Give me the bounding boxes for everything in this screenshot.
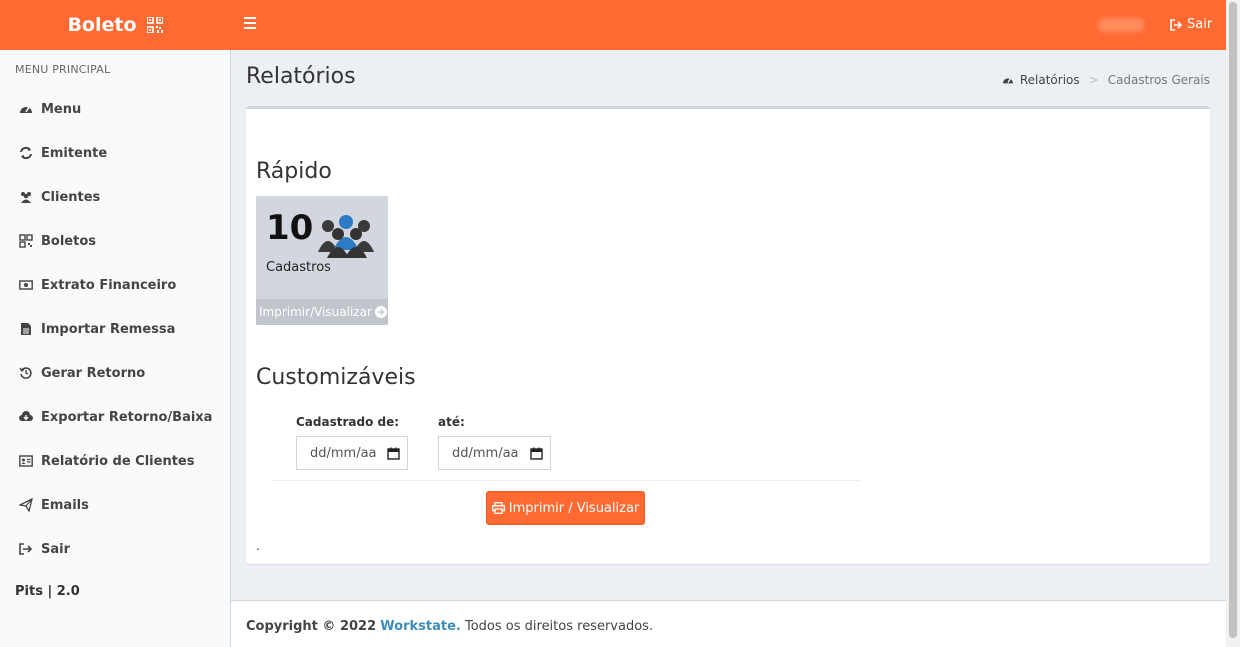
sidebar-item-relatorio-clientes[interactable]: Relatório de Clientes (0, 439, 230, 483)
app-version: Pits | 2.0 (15, 584, 80, 599)
copyright: Copyright © 2022 Workstate. Todos os dir… (246, 619, 653, 634)
copyright-prefix: Copyright © 2022 (246, 619, 377, 634)
arrow-circle-right-icon (374, 306, 387, 318)
scrollbar-thumb[interactable] (1229, 2, 1237, 638)
sidebar-item-clientes[interactable]: Clientes (0, 175, 230, 219)
sidebar-item-boletos[interactable]: Boletos (0, 219, 230, 263)
cloud-download-icon (18, 410, 33, 425)
money-icon (18, 278, 33, 293)
stat-card-cadastros: 10 Cadastros Imprimir/Visualizar (256, 196, 388, 325)
sidebar-item-label: Extrato Financeiro (41, 277, 177, 293)
sidebar: MENU PRINCIPAL Menu Emitente Clientes Bo… (0, 50, 231, 647)
sidebar-item-menu[interactable]: Menu (0, 87, 230, 131)
section-title-rapido: Rápido (256, 159, 332, 184)
print-view-button[interactable]: Imprimir / Visualizar (486, 491, 645, 525)
calendar-icon[interactable] (530, 447, 543, 460)
logout-button[interactable]: Sair (1170, 17, 1212, 32)
sidebar-item-exportar-retorno[interactable]: Exportar Retorno/Baixa (0, 395, 230, 439)
sidebar-item-label: Sair (41, 541, 71, 557)
from-date-label: Cadastrado de: (296, 415, 400, 429)
file-icon (18, 322, 33, 337)
to-date-label: até: (438, 415, 465, 429)
section-title-customizaveis: Customizáveis (256, 365, 416, 390)
stat-link-label: Imprimir/Visualizar (259, 305, 372, 319)
page-title: Relatórios (246, 64, 356, 89)
trailing-dot: . (256, 539, 260, 553)
sidebar-item-emitente[interactable]: Emitente (0, 131, 230, 175)
breadcrumb: Relatórios > Cadastros Gerais (1002, 73, 1210, 87)
sidebar-item-label: Relatório de Clientes (41, 453, 195, 469)
breadcrumb-link[interactable]: Relatórios (1020, 73, 1080, 87)
logo[interactable]: Boleto (0, 0, 230, 50)
qrcode-icon (18, 234, 33, 249)
sidebar-header: MENU PRINCIPAL (15, 63, 111, 76)
sign-out-icon (18, 542, 33, 557)
logo-text: Boleto (67, 14, 137, 36)
dashboard-icon (18, 102, 33, 117)
print-view-label: Imprimir / Visualizar (508, 500, 640, 516)
company-link[interactable]: Workstate. (380, 619, 461, 634)
sidebar-item-label: Importar Remessa (41, 321, 176, 337)
id-card-icon (18, 454, 33, 469)
sidebar-item-sair[interactable]: Sair (0, 527, 230, 571)
send-icon (18, 498, 33, 513)
sidebar-item-label: Menu (41, 101, 82, 117)
sidebar-item-emails[interactable]: Emails (0, 483, 230, 527)
to-date-placeholder: dd/mm/aa (452, 445, 519, 461)
sidebar-item-importar-remessa[interactable]: Importar Remessa (0, 307, 230, 351)
sidebar-item-label: Emails (41, 497, 89, 513)
form-divider (272, 480, 860, 481)
sidebar-item-label: Clientes (41, 189, 101, 205)
stat-count: 10 (266, 208, 314, 248)
to-date-input[interactable]: dd/mm/aa (438, 436, 551, 470)
breadcrumb-separator: > (1088, 73, 1099, 87)
copyright-suffix: Todos os direitos reservados. (464, 619, 654, 634)
stat-card-link[interactable]: Imprimir/Visualizar (256, 299, 388, 325)
refresh-icon (18, 146, 33, 161)
sidebar-item-extrato-financeiro[interactable]: Extrato Financeiro (0, 263, 230, 307)
calendar-icon[interactable] (387, 447, 400, 460)
sidebar-item-label: Emitente (41, 145, 108, 161)
logout-label: Sair (1187, 17, 1213, 32)
page-footer: Copyright © 2022 Workstate. Todos os dir… (231, 600, 1226, 647)
qrcode-icon (146, 17, 163, 33)
print-icon (491, 502, 505, 514)
content-box: Rápido 10 Cadastros Imprimir/Visualizar … (246, 106, 1210, 564)
stat-label: Cadastros (266, 260, 331, 275)
sidebar-toggle-icon[interactable] (244, 17, 257, 31)
vertical-scrollbar[interactable] (1226, 0, 1240, 647)
sidebar-item-label: Boletos (41, 233, 96, 249)
from-date-input[interactable]: dd/mm/aa (296, 436, 408, 470)
top-navbar: Boleto Sair (0, 0, 1240, 50)
sidebar-item-gerar-retorno[interactable]: Gerar Retorno (0, 351, 230, 395)
history-icon (18, 366, 33, 381)
sign-out-icon (1170, 18, 1183, 31)
sidebar-item-label: Exportar Retorno/Baixa (41, 409, 213, 425)
breadcrumb-current: Cadastros Gerais (1107, 73, 1210, 87)
user-name-blurred[interactable] (1098, 18, 1144, 32)
sidebar-item-label: Gerar Retorno (41, 365, 146, 381)
from-date-placeholder: dd/mm/aa (310, 445, 377, 461)
dashboard-icon (1002, 78, 1013, 84)
users-group-icon (318, 215, 374, 258)
users-icon (18, 190, 33, 205)
